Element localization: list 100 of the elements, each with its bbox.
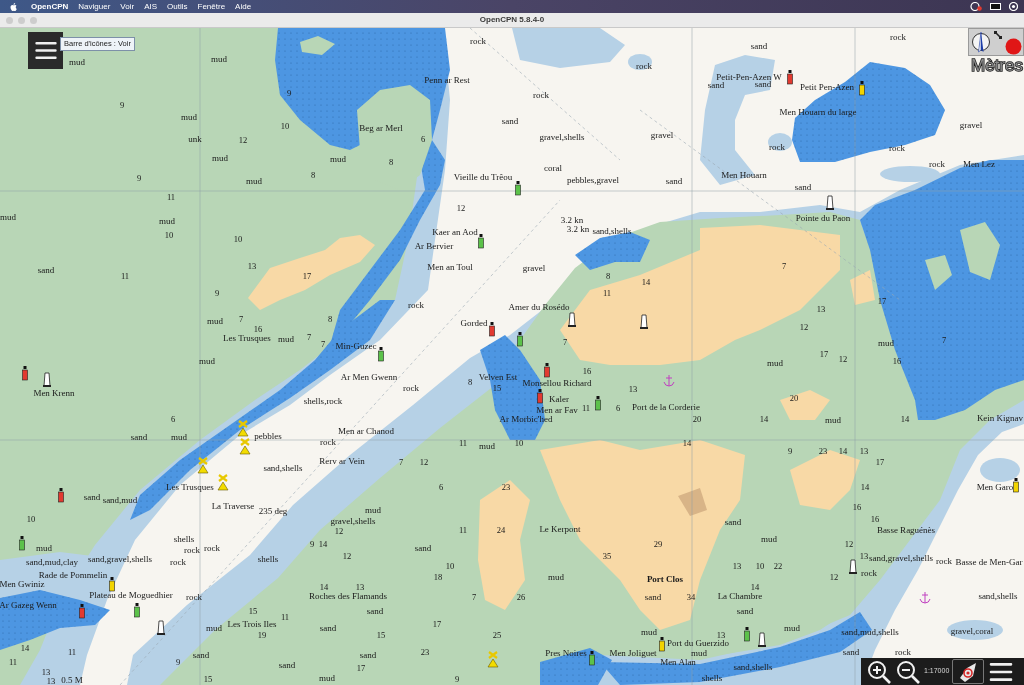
seabed-label: rock — [861, 568, 877, 578]
seabed-label: sand — [750, 41, 768, 51]
depth-sounding: 12 — [334, 526, 344, 536]
seabed-label: mud — [330, 154, 346, 164]
gauge-icon[interactable] — [970, 2, 982, 11]
town-name: Port Clos — [646, 574, 684, 584]
window-title: OpenCPN 5.8.4-0 — [479, 16, 545, 24]
scale-bar-label: 0.5 M — [61, 675, 83, 685]
place-name: Men ar Chanod — [338, 426, 394, 436]
depth-sounding: 6 — [615, 403, 621, 413]
compass-icon[interactable] — [970, 31, 991, 53]
buoy-icon — [58, 488, 64, 503]
seabed-label: mud — [365, 505, 381, 515]
app-name-menu[interactable]: OpenCPN — [31, 2, 69, 11]
lighthouse-icon — [849, 559, 857, 574]
seabed-label: mud — [159, 216, 175, 226]
depth-sounding: 7 — [398, 457, 404, 467]
place-name: Plateau de Moguedhier — [89, 590, 173, 600]
depth-sounding: 11 — [581, 403, 591, 413]
place-name: La Traverse — [211, 501, 255, 511]
buoy-icon — [544, 363, 550, 378]
seabed-label: rock — [889, 143, 905, 153]
seabed-label: gravel,coral — [950, 626, 994, 636]
seabed-label: rock — [470, 36, 486, 46]
depth-sounding: 10 — [280, 121, 290, 131]
lighthouse-icon — [157, 620, 165, 635]
depth-sounding: 14 — [900, 414, 910, 424]
display-icon[interactable] — [990, 3, 1001, 10]
depth-sounding: 14 — [641, 277, 651, 287]
depth-sounding: 17 — [356, 663, 366, 673]
place-name: Kaer an Aod — [432, 227, 478, 237]
seabed-label: gravel — [522, 263, 546, 273]
buoy-icon — [22, 366, 28, 381]
seabed-label: pebbles — [254, 431, 282, 441]
depth-sounding: 14 — [20, 643, 30, 653]
buoy-icon — [595, 396, 601, 411]
depth-sounding: 10 — [755, 561, 765, 571]
seabed-label: rock — [320, 437, 336, 447]
seabed-label: rock — [403, 383, 419, 393]
menu-item[interactable]: Aide — [235, 2, 252, 11]
lighthouse-icon — [43, 372, 51, 387]
menu-item[interactable]: Outils — [167, 2, 188, 11]
depth-sounding: 12 — [342, 551, 352, 561]
zoom-in-icon — [866, 659, 891, 684]
depth-sounding: 10 — [26, 514, 36, 524]
depth-sounding: 13 — [628, 384, 638, 394]
place-name: La Chambre — [717, 591, 763, 601]
toggle-icon[interactable] — [1009, 2, 1018, 11]
anchor-icon — [919, 591, 931, 604]
shallow-water-area — [880, 166, 940, 182]
depth-sounding: 13 — [247, 261, 257, 271]
seabed-label: sand — [501, 116, 519, 126]
apple-icon[interactable] — [10, 2, 17, 11]
menu-item[interactable]: Voir — [120, 2, 135, 11]
seabed-label: sand,shells — [263, 463, 303, 473]
depth-sounding: 13 — [716, 630, 726, 640]
place-name: Pres Noires — [545, 648, 587, 658]
place-name: Les Trusques — [166, 482, 214, 492]
seabed-label: gravel — [959, 120, 983, 130]
islet — [925, 255, 952, 290]
place-name: Basse Raguénès — [876, 525, 936, 535]
place-name: Men Garo — [976, 482, 1014, 492]
buoy-icon — [517, 332, 523, 347]
course-up-button[interactable] — [952, 659, 985, 684]
depth-sounding: 15 — [492, 383, 502, 393]
seabed-label: coral — [544, 163, 562, 173]
land-area — [850, 270, 875, 305]
place-name: Rade de Pommelin — [38, 570, 108, 580]
depth-sounding: 11 — [602, 288, 612, 298]
seabed-label: mud — [784, 623, 800, 633]
seabed-label: mud — [767, 358, 783, 368]
seabed-label: mud — [206, 623, 222, 633]
depth-sounding: 7 — [306, 332, 312, 342]
depth-sounding: 8 — [327, 314, 333, 324]
depth-sounding: 12 — [456, 203, 466, 213]
buoy-icon — [515, 181, 521, 196]
menu-item[interactable]: Naviguer — [78, 2, 111, 11]
seabed-label: mud — [181, 112, 197, 122]
place-name: Port du Guerzido — [667, 638, 729, 648]
lighthouse-icon — [758, 632, 766, 647]
buoy-icon — [134, 603, 140, 618]
depth-sounding: 17 — [302, 271, 312, 281]
menu-item[interactable]: AIS — [144, 2, 158, 11]
menu-button[interactable] — [28, 32, 63, 69]
menu-item[interactable]: Fenêtre — [197, 2, 226, 11]
depth-sounding: 9 — [454, 674, 460, 684]
seabed-label: mud — [319, 673, 335, 683]
satellite-icon — [993, 31, 1002, 39]
seabed-label: mud — [69, 57, 85, 67]
depth-sounding: 19 — [257, 630, 267, 640]
gps-status-icon[interactable] — [1004, 38, 1022, 55]
depth-sounding: 8 — [467, 377, 473, 387]
depth-sounding: 8 — [388, 157, 394, 167]
depth-sounding: 11 — [458, 525, 468, 535]
depth-sounding: 35 — [602, 551, 612, 561]
seabed-label: sand,mud — [102, 495, 138, 505]
seabed-label: sand,shells — [733, 662, 773, 672]
seabed-label: mud — [199, 356, 215, 366]
depth-sounding: 17 — [877, 296, 887, 306]
depth-sounding: 8 — [310, 170, 316, 180]
